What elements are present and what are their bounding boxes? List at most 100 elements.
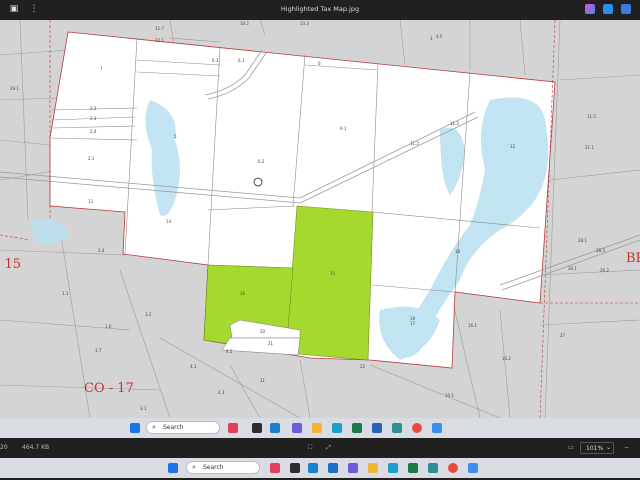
parcel-label-12-1: 12.1 (155, 38, 164, 43)
outer-teams-icon[interactable] (348, 463, 358, 473)
outer-windows-start-icon[interactable] (168, 463, 178, 473)
parcel-label-2-4: 2.4 (90, 129, 97, 134)
outer-chrome-icon[interactable] (448, 463, 458, 473)
title-bar: ▣ ⋮ Highlighted Tax Map.jpg (0, 0, 640, 20)
cutout-parcel-21 (221, 337, 301, 356)
status-bar: 20 464.7 KB ⛶ ⤢ ▭ 101% ⌄ − (0, 438, 640, 458)
image-icon[interactable]: ▣ (8, 4, 20, 14)
parcel-label-14: 14 (166, 219, 172, 224)
parcel-label-26-1: 26.1 (568, 266, 577, 271)
copilot-icon[interactable] (585, 4, 595, 14)
zoom-out-icon[interactable]: − (624, 444, 629, 451)
edge-icon[interactable] (332, 423, 342, 433)
parcel-label-10-2: 10.2 (240, 21, 249, 26)
edit-icon[interactable] (603, 4, 613, 14)
bouquet-icon (228, 423, 238, 433)
parcel-label-2-2: 2.2 (90, 106, 97, 111)
fit-icon[interactable]: ⛶ (308, 444, 312, 452)
parcel-label-28-3: 28.3 (596, 248, 605, 253)
chevron-down-icon: ⌄ (606, 444, 612, 451)
outer-bouquet-icon (270, 463, 280, 473)
parcel-label-6-3: 6.3 (212, 58, 219, 63)
tax-map: 7 6.3 6.1 6 9.1 11.3 12 11.2 6.2 2.2 2.3… (0, 20, 640, 418)
parcel-label-17: 17 (410, 321, 416, 326)
parcel-label-27: 27 (560, 333, 566, 338)
county-label-15: - 15 (0, 257, 21, 272)
parcel-label-18: 18 (455, 249, 461, 254)
parcel-label-4-1: 4.1 (190, 364, 197, 369)
parcel-label-11-2: 11.2 (410, 141, 419, 146)
outer-excel-icon[interactable] (408, 463, 418, 473)
inner-search-box[interactable]: ⌕ Search (146, 421, 220, 434)
outer-settings-app-icon[interactable] (308, 463, 318, 473)
outer-outlook-icon[interactable] (328, 463, 338, 473)
photos-icon[interactable] (432, 423, 442, 433)
parcel-label-11-5: 11.5 (587, 114, 596, 119)
parcel-label-10-1: 10.1 (445, 393, 454, 398)
parcel-label-16-1: 16.1 (468, 323, 477, 328)
outer-photos-icon[interactable] (468, 463, 478, 473)
fullscreen-icon[interactable]: ⤢ (326, 444, 331, 452)
parcel-label-2-1: 2.1 (88, 156, 95, 161)
section-marker-icon (253, 177, 263, 187)
parcel-label-29-1: 29.1 (10, 86, 19, 91)
more-icon[interactable]: ⋮ (28, 4, 40, 14)
parcel-label-6-1: 6.1 (238, 58, 245, 63)
word-icon[interactable] (372, 423, 382, 433)
parcel-label-3-1: 3.1 (140, 406, 147, 411)
parcel-label-1-7: 1.7 (95, 348, 102, 353)
parcel-label-14-2: 14.2 (502, 356, 511, 361)
outer-file-explorer-icon[interactable] (368, 463, 378, 473)
windows-start-icon[interactable] (130, 423, 140, 433)
parcel-label-13-3: 13.3 (300, 21, 309, 26)
parcel-label-1-1: 1.1 (62, 291, 69, 296)
parcel-label-1-6: 1.6 (105, 324, 112, 329)
county-label-br: BR (626, 251, 640, 266)
parcel-label-16: 16 (240, 291, 246, 296)
file-explorer-icon[interactable] (312, 423, 322, 433)
teams-icon[interactable] (292, 423, 302, 433)
parcel-label-4-5: 4.5 (436, 34, 443, 39)
parcel-label-15: 15 (330, 271, 336, 276)
parcel-label-13: 13 (88, 199, 94, 204)
parcel-label-26-2: 26.2 (600, 268, 609, 273)
parcel-label-11: 11 (260, 378, 266, 383)
share-icon[interactable] (621, 4, 631, 14)
parcel-label-9-1: 9.1 (340, 126, 347, 131)
window-title: Highlighted Tax Map.jpg (280, 5, 360, 13)
aspect-icon[interactable]: ▭ (568, 444, 574, 451)
zoom-value: 101% (586, 445, 604, 452)
chrome-icon[interactable] (412, 423, 422, 433)
parcel-label-11-3: 11.3 (450, 121, 459, 126)
parcel-label-22: 22 (360, 364, 366, 369)
parcel-label-6-2: 6.2 (258, 159, 265, 164)
outer-search-placeholder: Search (203, 464, 224, 471)
parcel-label-28-1: 28.1 (578, 238, 587, 243)
parcel-label-20: 20 (260, 329, 266, 334)
county-label-17: CO - 17 (84, 381, 134, 396)
status-left-cut: 20 (0, 444, 8, 451)
parcel-label-12: 12 (510, 144, 516, 149)
parcel-label-3-2: 3.2 (145, 312, 152, 317)
parcel-label-4-3: 4.3 (218, 390, 225, 395)
outer-search-icon: ⌕ (192, 463, 196, 471)
outer-task-view-icon[interactable] (290, 463, 300, 473)
parcel-label-3: 3 (430, 36, 433, 41)
parcel-label-4-2: 4.2 (226, 349, 233, 354)
task-view-icon[interactable] (252, 423, 262, 433)
file-size: 464.7 KB (22, 444, 50, 451)
inner-search-placeholder: Search (163, 424, 184, 431)
zoom-dropdown[interactable]: 101% ⌄ (580, 442, 614, 454)
outer-taskbar: ⌕ Search (0, 458, 640, 478)
settings-app-icon[interactable] (270, 423, 280, 433)
parcel-label-21: 21 (268, 341, 274, 346)
outer-edge-icon[interactable] (388, 463, 398, 473)
image-viewer[interactable]: 7 6.3 6.1 6 9.1 11.3 12 11.2 6.2 2.2 2.3… (0, 20, 640, 418)
outer-search-box[interactable]: ⌕ Search (186, 461, 260, 474)
inner-taskbar: ⌕ Search (0, 418, 640, 438)
parcel-label-19: 19 (410, 316, 416, 321)
outer-app-icon-1[interactable] (428, 463, 438, 473)
parcel-label-21-1: 21.1 (585, 145, 594, 150)
app-icon-1[interactable] (392, 423, 402, 433)
excel-icon[interactable] (352, 423, 362, 433)
